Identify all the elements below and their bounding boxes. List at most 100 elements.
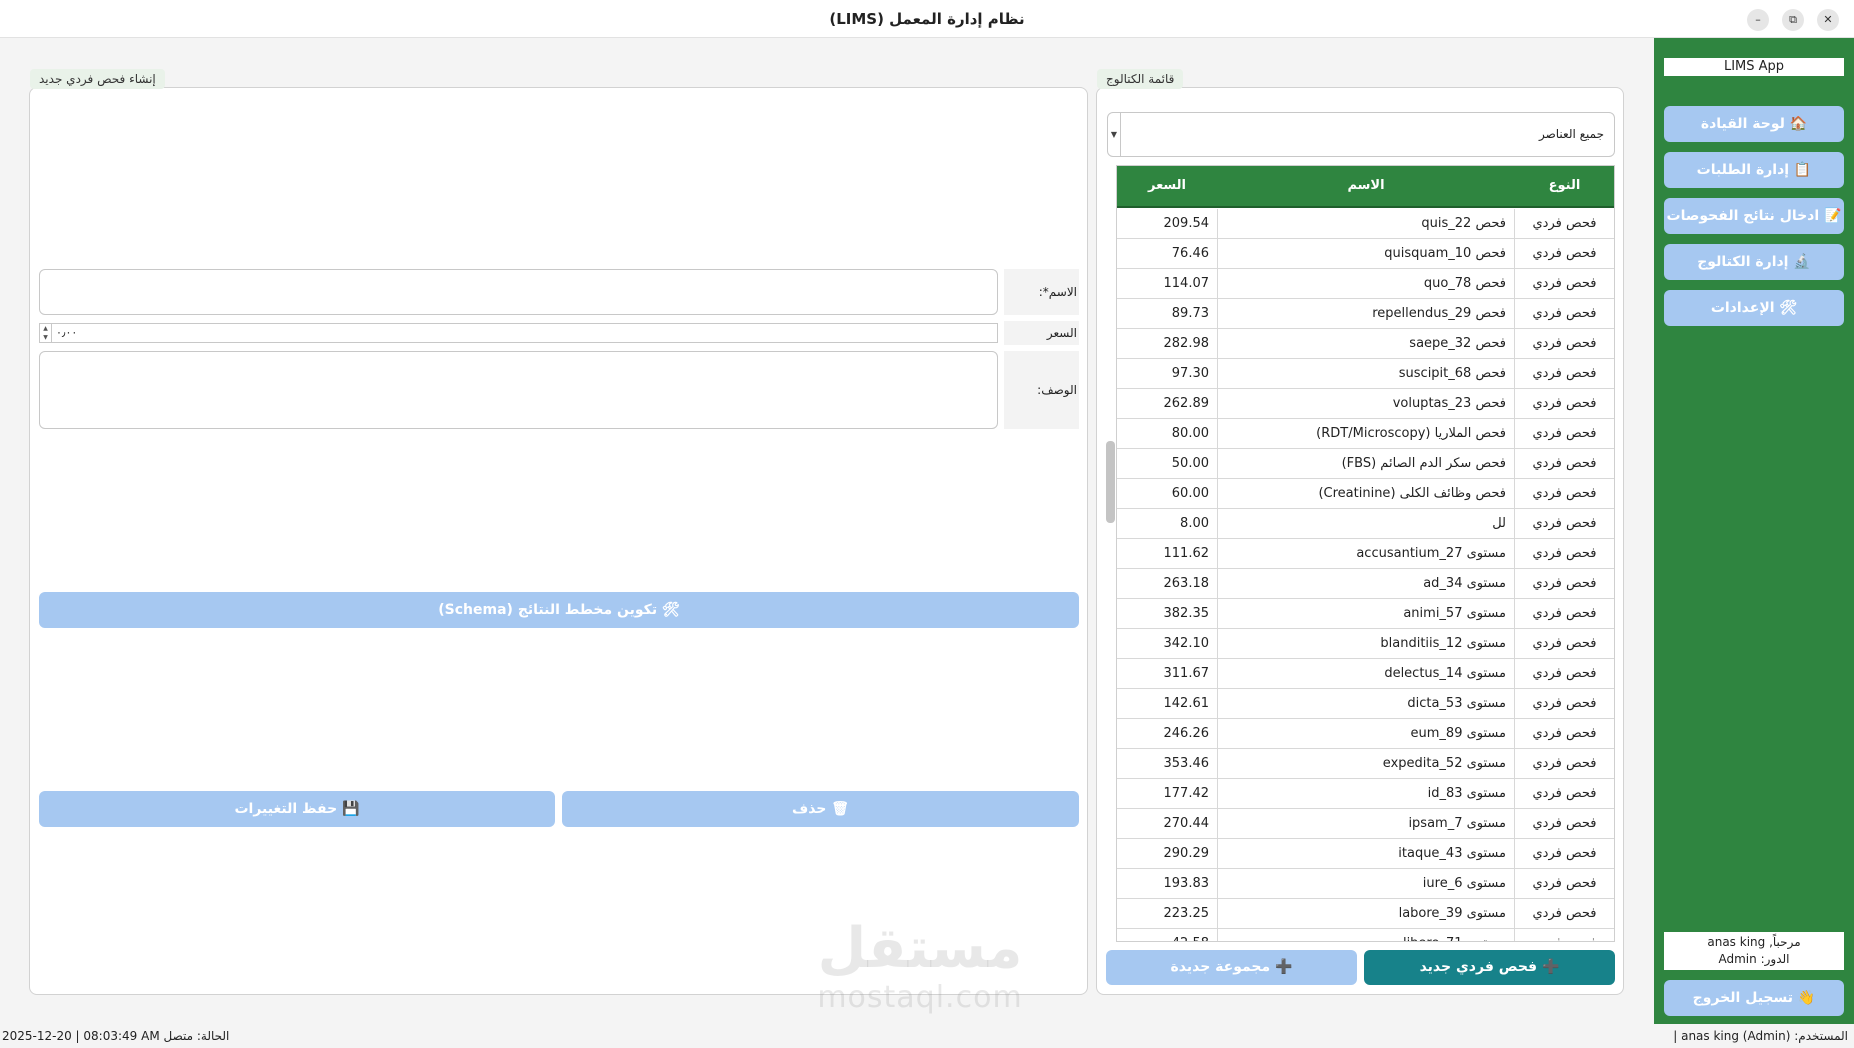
table-header: النوع الاسم السعر xyxy=(1117,166,1614,208)
row-type-cell: فحص فردي xyxy=(1532,246,1597,261)
row-price-cell: 209.54 xyxy=(1163,216,1210,231)
nav-dashboard-button[interactable]: 🏠 لوحة القيادة xyxy=(1664,106,1844,142)
table-row[interactable]: فحص فردي فحص quis_22 209.54 xyxy=(1117,209,1614,239)
close-icon[interactable]: ✕ xyxy=(1817,9,1839,31)
column-header-price[interactable]: السعر xyxy=(1117,178,1217,193)
row-price-cell: 50.00 xyxy=(1171,456,1209,471)
row-price-cell: 263.18 xyxy=(1163,576,1210,591)
row-type-cell: فحص فردي xyxy=(1532,906,1597,921)
status-bar: 2025-12-20 | 08:03:49 AM الحالة: متصل ال… xyxy=(0,1024,1854,1048)
column-header-name[interactable]: الاسم xyxy=(1217,178,1515,193)
table-row[interactable]: فحص فردي فحص الملاريا (RDT/Microscopy) 80.… xyxy=(1117,419,1614,449)
row-price-cell: 114.07 xyxy=(1163,276,1210,291)
price-label: السعر (SAR)*: xyxy=(1004,321,1079,364)
status-user: المستخدم: anas king (Admin) | xyxy=(1673,1029,1848,1043)
row-price-cell: 89.73 xyxy=(1171,306,1209,321)
row-type-cell: فحص فردي xyxy=(1532,366,1597,381)
catalog-filter-select[interactable]: جميع العناصر ▼ xyxy=(1107,112,1615,157)
table-row[interactable]: فحص فردي مستوى ad_34 263.18 xyxy=(1117,569,1614,599)
table-row[interactable]: فحص فردي مستوى ipsam_7 270.44 xyxy=(1117,809,1614,839)
nav-requests-button[interactable]: 📋 إدارة الطلبات xyxy=(1664,152,1844,188)
price-value: ٠٫٠٠ xyxy=(56,326,78,339)
spinner-arrows-icon[interactable]: ▲ ▼ xyxy=(40,324,52,342)
row-name-cell: فحص saepe_32 xyxy=(1217,329,1515,358)
table-row[interactable]: فحص فردي مستوى labore_39 223.25 xyxy=(1117,899,1614,929)
nav-results-entry-button[interactable]: 📝 ادخال نتائج الفحوصات xyxy=(1664,198,1844,234)
column-header-type[interactable]: النوع xyxy=(1515,178,1614,193)
row-price-cell: 97.30 xyxy=(1171,366,1209,381)
row-type-cell: فحص فردي xyxy=(1532,426,1597,441)
table-row[interactable]: فحص فردي مستوى expedita_52 353.46 xyxy=(1117,749,1614,779)
row-type-cell: فحص فردي xyxy=(1532,666,1597,681)
table-row[interactable]: فحص فردي فحص repellendus_29 89.73 xyxy=(1117,299,1614,329)
nav-settings-button[interactable]: 🛠 الإعدادات xyxy=(1664,290,1844,326)
minimize-icon[interactable]: – xyxy=(1747,9,1769,31)
new-single-test-button[interactable]: ➕ فحص فردي جديد xyxy=(1364,950,1615,985)
row-type-cell: فحص فردي xyxy=(1532,786,1597,801)
role-text: الدور: Admin xyxy=(1718,952,1790,966)
configure-schema-button[interactable]: 🛠 تكوين مخطط النتائج (Schema) xyxy=(39,592,1079,628)
row-price-cell: 353.46 xyxy=(1163,756,1210,771)
row-name-cell: مستوى animi_57 xyxy=(1217,599,1515,628)
table-row[interactable]: فحص فردي مستوى id_83 177.42 xyxy=(1117,779,1614,809)
table-row[interactable]: فحص فردي فحص وظائف الكلى (Creatinine) 60.0… xyxy=(1117,479,1614,509)
price-spinbox[interactable]: ▲ ▼ ٠٫٠٠ xyxy=(39,323,998,343)
table-row[interactable]: فحص فردي مستوى dicta_53 142.61 xyxy=(1117,689,1614,719)
table-row[interactable]: فحص فردي فحص quo_78 114.07 xyxy=(1117,269,1614,299)
row-name-cell: مستوى dicta_53 xyxy=(1217,689,1515,718)
row-name-cell: فحص suscipit_68 xyxy=(1217,359,1515,388)
delete-button[interactable]: 🗑 حذف xyxy=(562,791,1079,827)
table-scrollbar-thumb[interactable] xyxy=(1106,441,1115,523)
row-type-cell: فحص فردي xyxy=(1515,929,1614,941)
catalog-table: النوع الاسم السعر فحص فردي فحص quis_22 209… xyxy=(1116,165,1615,942)
row-type-cell: فحص فردي xyxy=(1532,486,1597,501)
row-type-cell: فحص فردي xyxy=(1532,546,1597,561)
table-scrollbar-track[interactable] xyxy=(1106,165,1115,942)
table-row[interactable]: فحص فردي مستوى delectus_14 311.67 xyxy=(1117,659,1614,689)
maximize-icon[interactable]: ⧉ xyxy=(1782,9,1804,31)
row-type-cell: فحص فردي xyxy=(1532,276,1597,291)
table-row[interactable]: فحص فردي مستوى accusantium_27 111.62 xyxy=(1117,539,1614,569)
name-input[interactable] xyxy=(39,269,998,315)
table-row[interactable]: فحص فردي فحص suscipit_68 97.30 xyxy=(1117,359,1614,389)
row-type-cell: فحص فردي xyxy=(1532,756,1597,771)
row-name-cell: فحص voluptas_23 xyxy=(1217,389,1515,418)
row-type-cell: فحص فردي xyxy=(1532,576,1597,591)
table-row[interactable]: فحص فردي مستوى blanditiis_12 342.10 xyxy=(1117,629,1614,659)
table-row[interactable]: فحص فرديمستوى libero_7142.58 xyxy=(1117,929,1614,941)
table-row[interactable]: فحص فردي مستوى iure_6 193.83 xyxy=(1117,869,1614,899)
row-type-cell: فحص فردي xyxy=(1532,336,1597,351)
row-price-cell: 342.10 xyxy=(1163,636,1210,651)
table-row[interactable]: فحص فردي لل 8.00 xyxy=(1117,509,1614,539)
row-price-cell: 80.00 xyxy=(1171,426,1209,441)
row-type-cell: فحص فردي xyxy=(1532,846,1597,861)
row-type-cell: فحص فردي xyxy=(1532,516,1597,531)
new-group-button[interactable]: ➕ مجموعة جديدة xyxy=(1106,950,1357,985)
save-changes-button[interactable]: 💾 حفظ التغييرات xyxy=(39,791,555,827)
logout-button[interactable]: 👋 تسجيل الخروج xyxy=(1664,980,1844,1016)
row-name-cell: مستوى blanditiis_12 xyxy=(1217,629,1515,658)
row-name-cell: فحص سكر الدم الصائم (FBS) xyxy=(1217,449,1515,478)
row-name-cell: فحص الملاريا (RDT/Microscopy) xyxy=(1217,419,1515,448)
table-row[interactable]: فحص فردي فحص سكر الدم الصائم (FBS) 50.00 xyxy=(1117,449,1614,479)
watermark-logo: مستقل mostaql.com xyxy=(817,916,1023,1015)
row-price-cell: 177.42 xyxy=(1163,786,1210,801)
user-info: مرحباً, anas king الدور: Admin xyxy=(1664,932,1844,970)
row-name-cell: فحص quo_78 xyxy=(1217,269,1515,298)
row-type-cell: فحص فردي xyxy=(1532,456,1597,471)
row-name-cell: مستوى eum_89 xyxy=(1217,719,1515,748)
table-row[interactable]: فحص فردي مستوى eum_89 246.26 xyxy=(1117,719,1614,749)
status-datetime: 2025-12-20 | 08:03:49 AM الحالة: متصل xyxy=(2,1029,230,1043)
chevron-down-icon[interactable]: ▼ xyxy=(1108,113,1121,156)
row-name-cell: مستوى id_83 xyxy=(1217,779,1515,808)
row-price-cell: 262.89 xyxy=(1163,396,1210,411)
row-price-cell: 60.00 xyxy=(1171,486,1209,501)
nav-catalog-button[interactable]: 🔬 إدارة الكتالوج xyxy=(1664,244,1844,280)
table-row[interactable]: فحص فردي فحص saepe_32 282.98 xyxy=(1117,329,1614,359)
table-row[interactable]: فحص فردي فحص voluptas_23 262.89 xyxy=(1117,389,1614,419)
table-row[interactable]: فحص فردي فحص quisquam_10 76.46 xyxy=(1117,239,1614,269)
table-row[interactable]: فحص فردي مستوى animi_57 382.35 xyxy=(1117,599,1614,629)
app-name: LIMS App xyxy=(1664,58,1844,76)
table-row[interactable]: فحص فردي مستوى itaque_43 290.29 xyxy=(1117,839,1614,869)
description-input[interactable] xyxy=(39,351,998,429)
